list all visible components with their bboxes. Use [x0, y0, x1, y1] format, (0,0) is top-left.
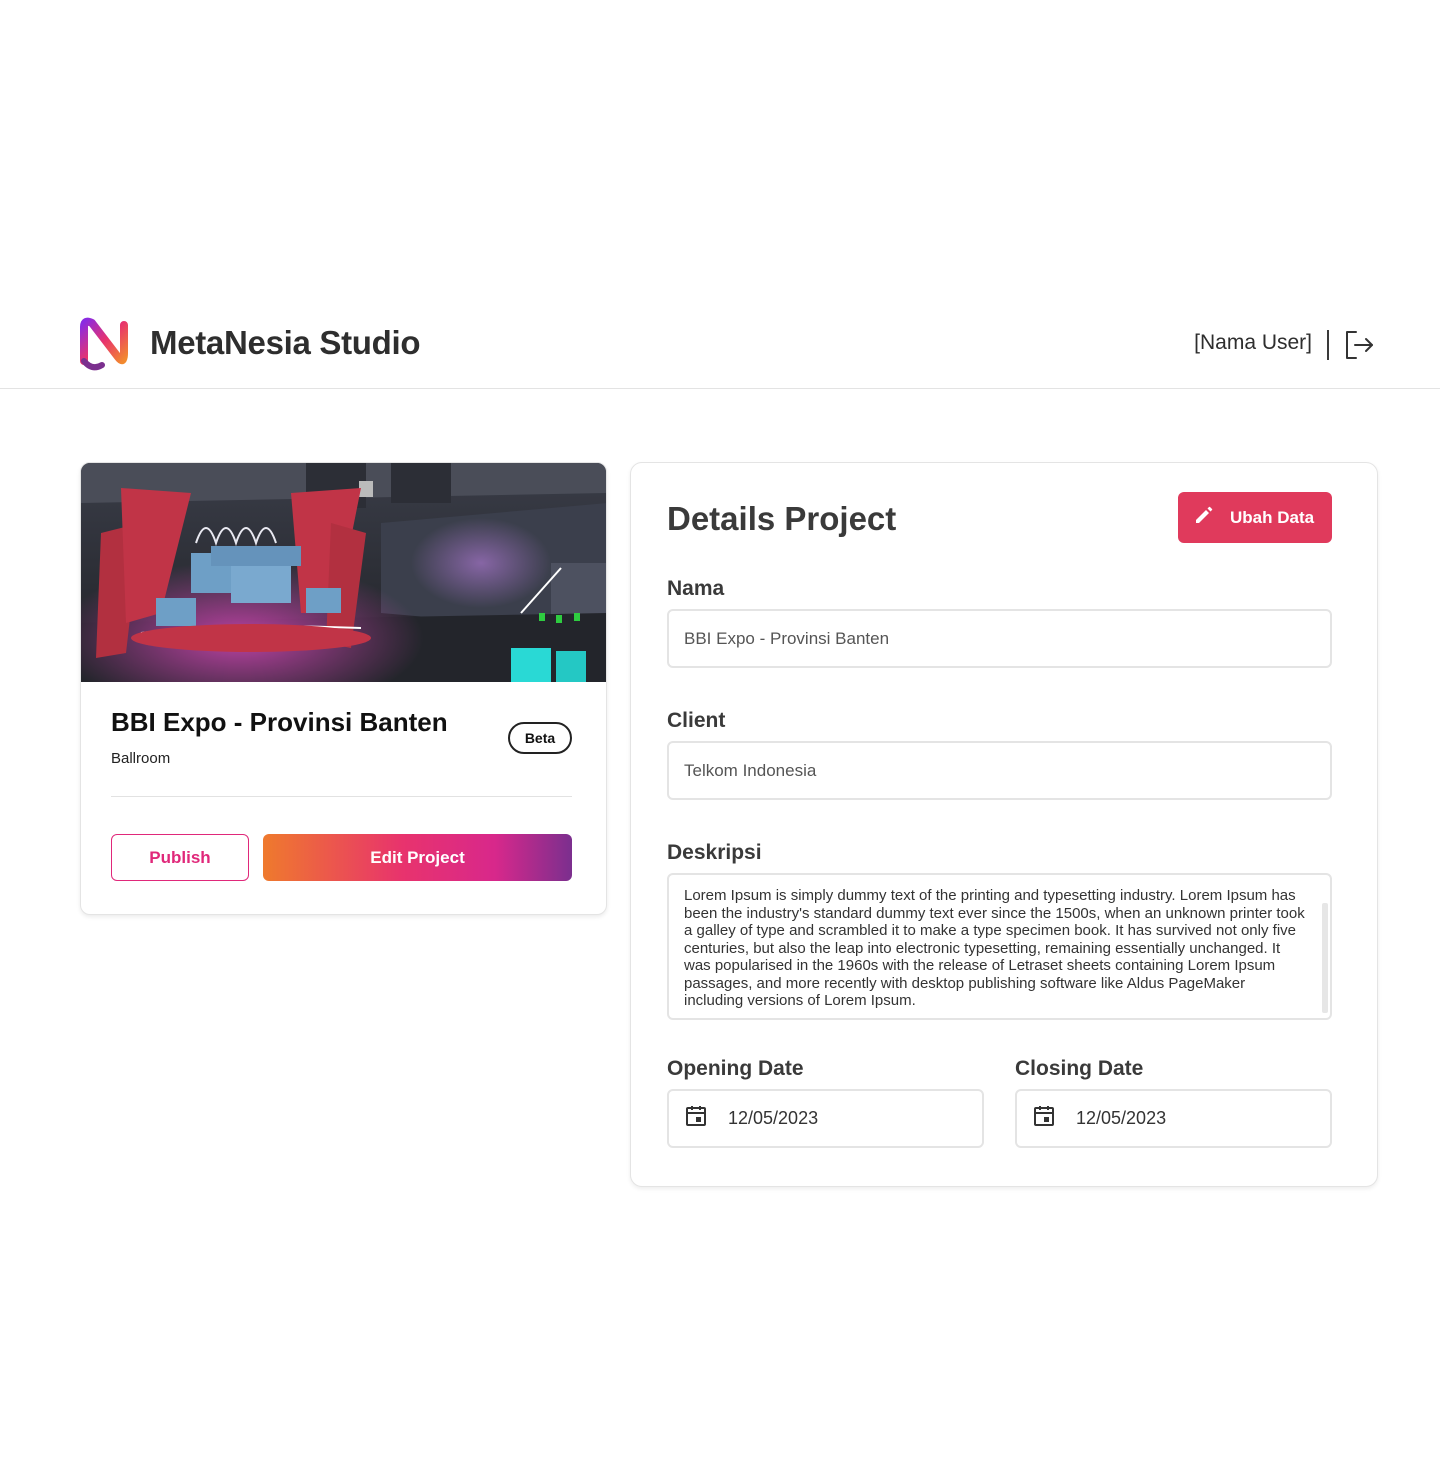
logout-icon[interactable]: [1342, 328, 1376, 362]
calendar-icon: [684, 1104, 708, 1133]
ubah-data-button[interactable]: Ubah Data: [1178, 492, 1332, 543]
opening-date-value: 12/05/2023: [728, 1108, 819, 1128]
deskripsi-text: Lorem Ipsum is simply dummy text of the …: [684, 887, 1305, 1009]
metanesia-logo-icon[interactable]: [78, 317, 132, 373]
opening-date-label: Opening Date: [667, 1057, 804, 1080]
deskripsi-textarea[interactable]: Lorem Ipsum is simply dummy text of the …: [667, 873, 1332, 1020]
project-venue: Ballroom: [111, 750, 171, 767]
brand-name: MetaNesia Studio: [150, 324, 421, 361]
project-thumbnail: [81, 463, 606, 682]
client-input[interactable]: Telkom Indonesia: [667, 741, 1332, 800]
client-label: Client: [667, 709, 726, 732]
header-divider: [1327, 330, 1329, 360]
details-panel: Details Project Ubah Data Nama BBI Expo …: [630, 462, 1378, 1187]
opening-date-input[interactable]: 12/05/2023: [667, 1089, 984, 1148]
card-divider: [111, 796, 572, 797]
nama-label: Nama: [667, 577, 725, 600]
closing-date-input[interactable]: 12/05/2023: [1015, 1089, 1332, 1148]
closing-date-label: Closing Date: [1015, 1057, 1144, 1080]
project-card: BBI Expo - Provinsi Banten Ballroom Beta…: [80, 462, 607, 915]
project-title: BBI Expo - Provinsi Banten: [111, 707, 448, 737]
calendar-icon: [1032, 1104, 1056, 1133]
pencil-icon: [1194, 505, 1214, 530]
beta-badge: Beta: [508, 722, 572, 754]
user-name[interactable]: [Nama User]: [1194, 331, 1312, 355]
edit-project-button[interactable]: Edit Project: [263, 834, 572, 881]
closing-date-value: 12/05/2023: [1076, 1108, 1167, 1128]
ubah-data-label: Ubah Data: [1230, 507, 1315, 527]
top-header: MetaNesia Studio [Nama User]: [0, 300, 1440, 389]
deskripsi-label: Deskripsi: [667, 841, 762, 864]
nama-input[interactable]: BBI Expo - Provinsi Banten: [667, 609, 1332, 668]
textarea-scrollbar[interactable]: [1322, 903, 1328, 1013]
details-title: Details Project: [667, 500, 897, 537]
publish-button[interactable]: Publish: [111, 834, 249, 881]
